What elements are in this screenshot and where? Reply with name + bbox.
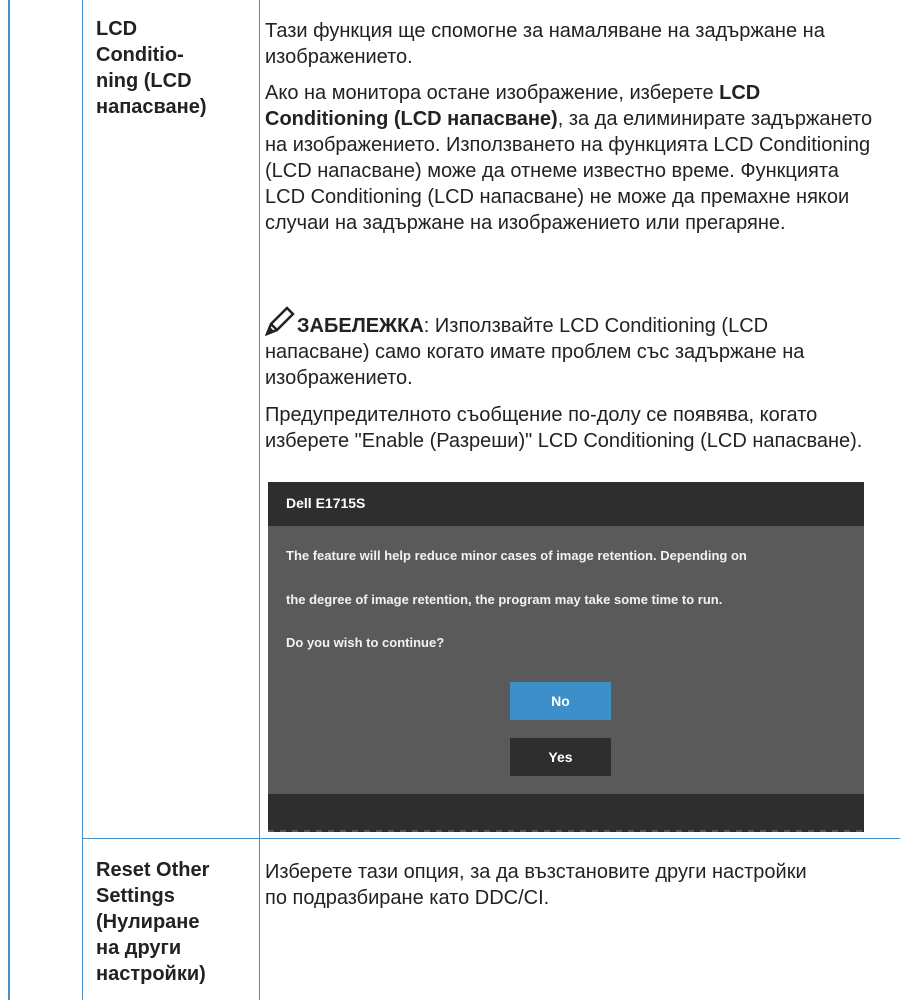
osd-title: Dell E1715S <box>286 495 366 511</box>
note-label: ЗАБЕЛЕЖКА <box>297 315 424 337</box>
note-block: ЗАБЕЛЕЖКА: Използвайте LCD Conditioning … <box>264 306 875 391</box>
osd-warning-dialog: Dell E1715S The feature will help reduce… <box>268 482 864 832</box>
row-divider <box>82 838 900 839</box>
row-label-lcd-conditioning: LCD Conditio- ning (LCD напасване) <box>96 16 207 120</box>
lcd-conditioning-description: Тази функция ще спомогне за намаляване н… <box>265 18 880 246</box>
pencil-note-icon <box>264 306 295 337</box>
description-paragraph-3: Предупредителното съобщение по-долу се п… <box>265 404 863 452</box>
osd-message-line: The feature will help reduce minor cases… <box>286 548 747 563</box>
label-line: Settings <box>96 885 175 907</box>
label-line: напасване) <box>96 96 207 118</box>
paragraph-text: Ако на монитора остане изображение, избе… <box>265 82 720 104</box>
label-line: Conditio- <box>96 44 184 66</box>
label-line: Reset Other <box>96 859 210 881</box>
warning-intro: Предупредителното съобщение по-долу се п… <box>265 402 880 464</box>
column-divider-2 <box>259 0 260 1000</box>
reset-other-settings-description: Изберете тази опция, за да възстановите … <box>265 859 825 921</box>
yes-button[interactable]: Yes <box>510 738 611 776</box>
label-line: на други <box>96 937 182 959</box>
row-label-reset-other-settings: Reset Other Settings (Нулиране на други … <box>96 857 209 987</box>
description-paragraph: Изберете тази опция, за да възстановите … <box>265 861 807 909</box>
column-divider-1 <box>82 0 83 1000</box>
description-paragraph-1: Тази функция ще спомогне за намаляване н… <box>265 20 825 68</box>
osd-message-line: the degree of image retention, the progr… <box>286 592 723 607</box>
label-line: LCD <box>96 18 138 40</box>
label-line: ning (LCD <box>96 70 192 92</box>
no-button[interactable]: No <box>510 682 611 720</box>
note-first-line: ЗАБЕЛЕЖКА: Използвайте LCD Conditioning … <box>264 306 875 391</box>
label-line: настройки) <box>96 963 206 985</box>
osd-title-bar: Dell E1715S <box>268 482 864 526</box>
osd-footer-bar <box>268 794 864 832</box>
osd-message-line: Do you wish to continue? <box>286 635 445 650</box>
footer-divider <box>268 830 864 832</box>
label-line: (Нулиране <box>96 911 200 933</box>
description-paragraph-2: Ако на монитора остане изображение, избе… <box>265 80 880 236</box>
